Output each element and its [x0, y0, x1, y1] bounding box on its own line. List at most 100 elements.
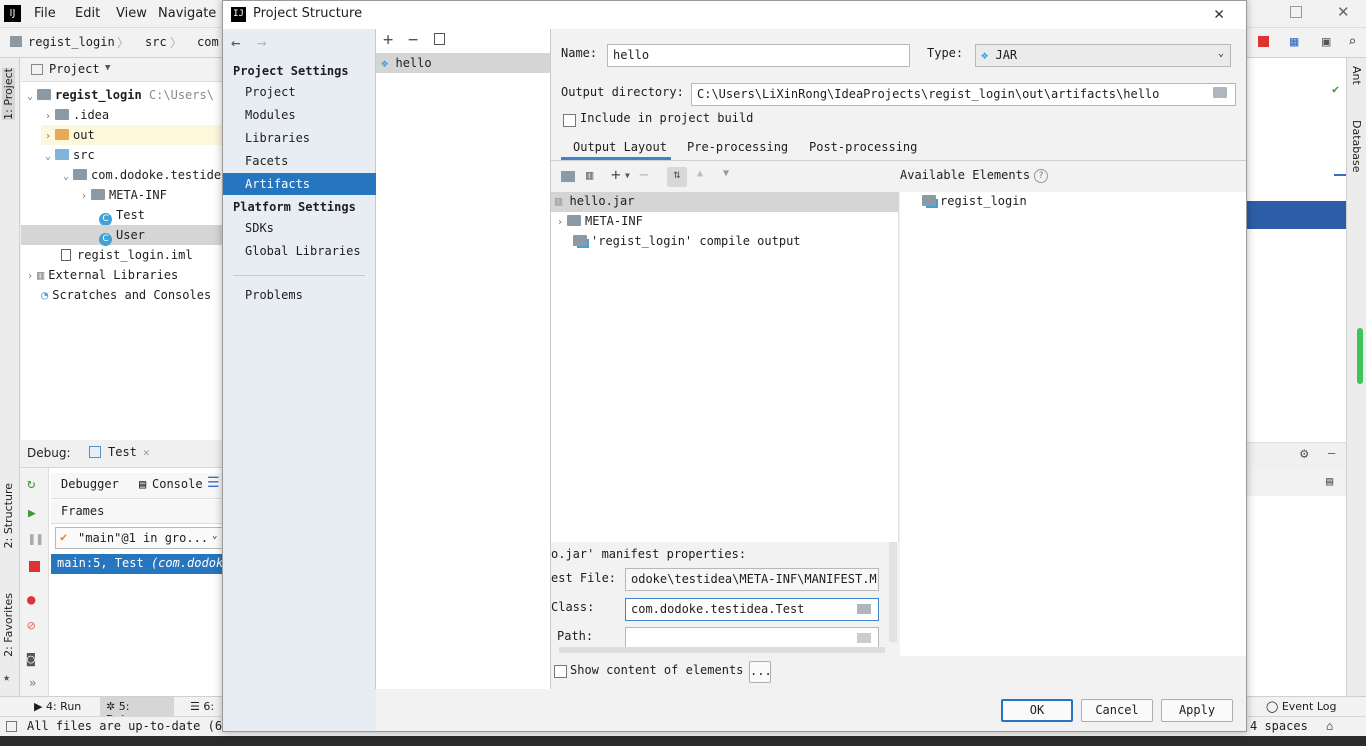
settings-gear-icon[interactable]: ⚙ [1300, 446, 1308, 462]
show-content-checkbox[interactable] [554, 665, 567, 678]
indent-status[interactable]: 4 spaces [1250, 719, 1308, 733]
tree-item-meta-inf[interactable]: › META-INF [77, 185, 167, 205]
nav-modules[interactable]: Modules [223, 104, 376, 126]
stop-icon[interactable] [1258, 36, 1269, 47]
tree-item-external-libraries[interactable]: › ▥ External Libraries [23, 265, 178, 285]
debug-config-tab[interactable]: Test [108, 445, 137, 459]
resume-icon[interactable]: ▶ [28, 506, 36, 521]
thread-selector[interactable]: ✔ "main"@1 in gro... ⌄ [55, 527, 225, 549]
pause-icon[interactable]: ❚❚ [28, 532, 44, 547]
menu-navigate[interactable]: Navigate [158, 6, 216, 21]
tab-pre-processing[interactable]: Pre-processing [687, 140, 788, 154]
tree-item-user[interactable]: C User [21, 225, 222, 246]
tab-debug[interactable]: ✲ 5: Debug [100, 697, 174, 726]
nav-artifacts[interactable]: Artifacts [223, 173, 376, 195]
debugger-tab[interactable]: Debugger [61, 477, 119, 491]
manifest-file-input[interactable]: odoke\testidea\META-INF\MANIFEST.MF [625, 568, 879, 591]
tab-output-layout[interactable]: Output Layout [573, 140, 667, 154]
menu-edit[interactable]: Edit [75, 6, 100, 21]
back-arrow-icon[interactable]: ← [231, 33, 241, 52]
add-copy-icon[interactable]: + [611, 165, 621, 184]
menu-view[interactable]: View [116, 6, 147, 21]
nav-facets[interactable]: Facets [223, 150, 376, 172]
menu-icon[interactable]: ☰ [207, 475, 220, 491]
name-input[interactable]: hello [607, 44, 910, 67]
tree-item-src[interactable]: ⌄ src [41, 145, 95, 165]
camera-icon[interactable]: ◙ [27, 652, 35, 667]
restore-icon[interactable] [1290, 6, 1302, 18]
event-log[interactable]: ◯ Event Log [1266, 700, 1336, 713]
help-icon[interactable]: ? [1034, 169, 1048, 183]
nav-project[interactable]: Project [223, 81, 376, 103]
ellipsis-button[interactable]: ... [749, 661, 772, 683]
tab-todo[interactable]: ☰ 6: [190, 700, 214, 713]
tab-structure[interactable]: 2: Structure [2, 483, 15, 548]
tree-item-scratches[interactable]: ◔ Scratches and Consoles [41, 285, 211, 305]
close-window-icon[interactable]: ✕ [1337, 3, 1350, 21]
tree-item-iml[interactable]: regist_login.iml [61, 245, 193, 265]
tab-ant[interactable]: Ant [1350, 66, 1363, 85]
nav-sdks[interactable]: SDKs [223, 217, 376, 239]
stop-icon[interactable] [29, 561, 40, 572]
tab-database[interactable]: Database [1350, 120, 1363, 173]
browse-folder-icon[interactable] [857, 604, 871, 614]
frame-row[interactable]: main:5, Test (com.dodoke [51, 554, 222, 574]
search-icon[interactable]: ⌕ [1348, 34, 1356, 50]
nav-problems[interactable]: Problems [223, 284, 376, 306]
browse-folder-icon[interactable] [857, 633, 871, 643]
browse-folder-icon[interactable] [1213, 87, 1227, 98]
tab-post-processing[interactable]: Post-processing [809, 140, 917, 154]
more-icon[interactable]: » [29, 676, 36, 690]
console-tab[interactable]: Console [152, 477, 203, 491]
apply-button[interactable]: Apply [1161, 699, 1233, 722]
terminal-icon[interactable]: ▣ [1322, 34, 1330, 50]
available-item-regist-login[interactable]: regist_login [922, 194, 1027, 214]
project-structure-icon[interactable]: ▦ [1290, 34, 1298, 50]
new-directory-icon[interactable] [561, 171, 575, 182]
project-dropdown[interactable]: Project [49, 62, 100, 76]
mute-breakpoints-icon[interactable]: ⊘ [27, 618, 35, 634]
tree-item-out[interactable]: › out [41, 125, 222, 145]
output-directory-input[interactable]: C:\Users\LiXinRong\IdeaProjects\regist_l… [691, 83, 1236, 106]
tab-project[interactable]: 1: Project [2, 68, 15, 120]
chevron-down-icon[interactable]: ▼ [105, 63, 110, 73]
move-down-icon[interactable]: ▼ [723, 168, 729, 179]
breadcrumb-com[interactable]: com [197, 35, 219, 49]
archive-icon[interactable]: ▥ [586, 168, 593, 182]
ok-button[interactable]: OK [1001, 699, 1073, 722]
rerun-icon[interactable]: ↻ [27, 476, 35, 492]
tree-item-idea[interactable]: › .idea [41, 105, 109, 125]
layout-icon[interactable]: ▤ [1326, 474, 1333, 488]
add-icon[interactable]: + [383, 30, 393, 50]
breakpoints-icon[interactable]: ● [27, 592, 35, 608]
cancel-button[interactable]: Cancel [1081, 699, 1153, 722]
copy-icon[interactable] [434, 33, 445, 45]
tree-item-package[interactable]: ⌄ com.dodoke.testide [59, 165, 221, 185]
forward-arrow-icon[interactable]: → [257, 33, 267, 52]
chevron-down-icon[interactable]: ▼ [625, 171, 630, 180]
main-class-input[interactable]: com.dodoke.testidea.Test [625, 598, 879, 621]
nav-global-libraries[interactable]: Global Libraries [223, 240, 376, 262]
layout-item-meta-inf[interactable]: › META-INF [553, 212, 643, 232]
tab-run[interactable]: ▶ 4: Run [34, 700, 81, 713]
close-tab-icon[interactable]: ✕ [143, 446, 150, 459]
tree-item-test[interactable]: C Test [99, 205, 145, 226]
artifact-item-hello[interactable]: ❖ hello [376, 53, 550, 73]
remove-icon[interactable]: − [639, 165, 649, 184]
remove-icon[interactable]: − [408, 30, 418, 50]
include-build-checkbox[interactable] [563, 114, 576, 127]
vertical-scrollbar[interactable] [889, 542, 897, 642]
nav-libraries[interactable]: Libraries [223, 127, 376, 149]
breadcrumb-src[interactable]: src [145, 35, 167, 49]
move-up-icon[interactable]: ▲ [697, 168, 703, 179]
tree-item-regist-login[interactable]: ⌄ regist_login C:\Users\ [23, 85, 214, 105]
minimize-icon[interactable]: — [1328, 446, 1335, 460]
layout-item-jar[interactable]: ▥ hello.jar [551, 192, 899, 212]
sort-icon[interactable]: ⇅ [667, 167, 687, 187]
tab-favorites[interactable]: 2: Favorites [2, 593, 15, 657]
menu-file[interactable]: File [34, 6, 56, 21]
close-icon[interactable]: ✕ [1214, 4, 1224, 24]
layout-item-compile-output[interactable]: 'regist_login' compile output [573, 232, 801, 252]
horizontal-scrollbar[interactable] [559, 647, 885, 653]
type-select[interactable]: ❖ JAR ⌄ [975, 44, 1231, 67]
